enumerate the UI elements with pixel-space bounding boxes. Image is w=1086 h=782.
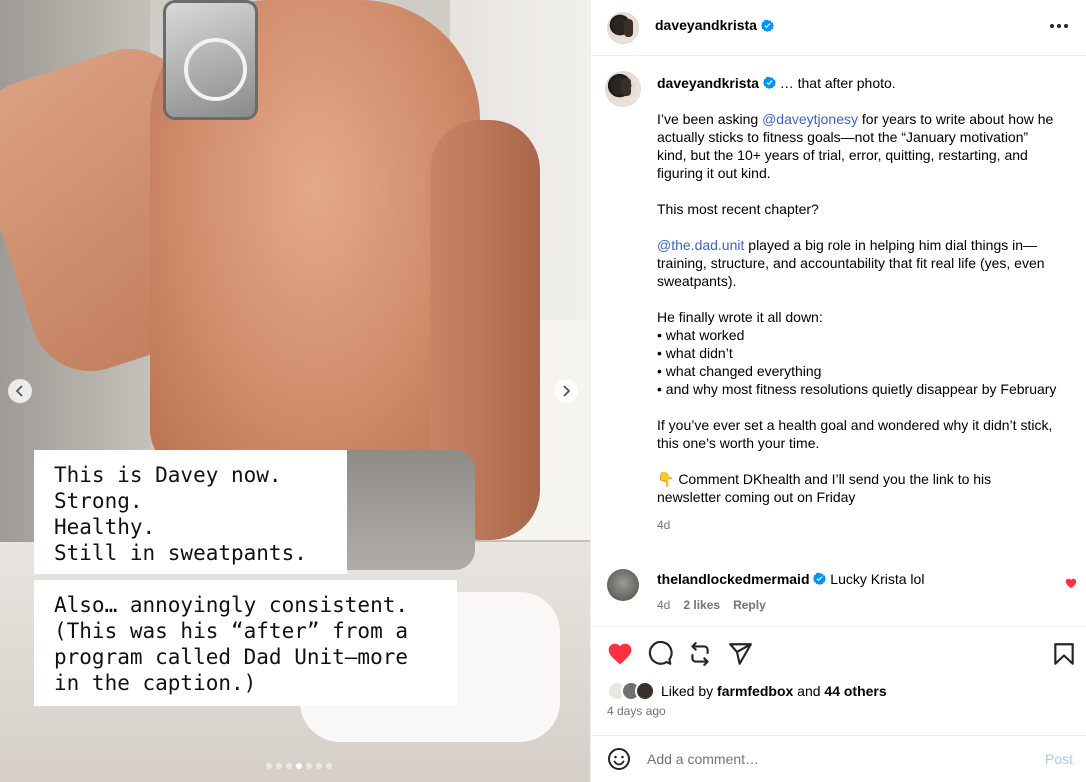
post-actions bbox=[591, 626, 1086, 682]
post-author-username[interactable]: daveyandkrista bbox=[655, 17, 757, 33]
next-slide-button[interactable] bbox=[554, 379, 578, 403]
carousel-dot bbox=[276, 763, 282, 769]
overlay-caption-1: This is Davey now. Strong. Healthy. Stil… bbox=[34, 450, 347, 574]
caption-line: • what didn’t bbox=[657, 345, 733, 361]
likes-summary[interactable]: Liked by farmfedbox and 44 others bbox=[607, 681, 887, 701]
phone bbox=[163, 0, 258, 120]
avatar[interactable] bbox=[607, 12, 639, 44]
comment-timestamp[interactable]: 4d bbox=[657, 596, 670, 614]
caption-avatar[interactable] bbox=[605, 71, 641, 107]
comment-like-heart-icon[interactable] bbox=[1065, 577, 1077, 589]
likes-prefix: Liked by bbox=[661, 683, 718, 699]
chevron-right-icon bbox=[563, 385, 571, 397]
caption-paragraph: If you’ve ever set a health goal and won… bbox=[657, 417, 1053, 451]
comment-likes[interactable]: 2 likes bbox=[683, 596, 720, 614]
comment-icon[interactable] bbox=[647, 641, 673, 667]
caption-line: • what worked bbox=[657, 327, 745, 343]
verified-badge-icon bbox=[762, 76, 776, 89]
avatar bbox=[635, 681, 655, 701]
more-horizontal-icon bbox=[1050, 24, 1068, 28]
post-media[interactable]: This is Davey now. Strong. Healthy. Stil… bbox=[0, 0, 590, 782]
caption-line: He finally wrote it all down: bbox=[657, 309, 823, 325]
caption-username[interactable]: daveyandkrista bbox=[657, 75, 759, 91]
caption-paragraph: @the.dad.unit played a big role in helpi… bbox=[657, 236, 1057, 290]
save-bookmark-icon[interactable] bbox=[1051, 641, 1077, 667]
add-comment-bar: Post bbox=[591, 735, 1086, 782]
carousel-dot bbox=[316, 763, 322, 769]
caption-text: I’ve been asking bbox=[657, 111, 763, 127]
liker-avatars bbox=[607, 681, 657, 701]
post-author[interactable]: daveyandkrista bbox=[655, 17, 774, 33]
comment-avatar[interactable] bbox=[607, 569, 639, 601]
caption-paragraph: I’ve been asking @daveytjonesy for years… bbox=[657, 110, 1057, 182]
emoji-smiley-icon[interactable] bbox=[607, 747, 631, 771]
comments-section[interactable]: daveyandkrista … that after photo. I’ve … bbox=[591, 57, 1086, 627]
caption-line: • what changed everything bbox=[657, 363, 822, 379]
repost-icon[interactable] bbox=[687, 641, 713, 667]
caption-intro: … that after photo. bbox=[775, 75, 896, 91]
add-comment-input[interactable] bbox=[647, 746, 1027, 772]
mention-link[interactable]: @the.dad.unit bbox=[657, 237, 744, 253]
liker-username[interactable]: farmfedbox bbox=[717, 683, 793, 699]
reply-button[interactable]: Reply bbox=[733, 596, 766, 614]
post-caption: daveyandkrista … that after photo. I’ve … bbox=[657, 74, 1057, 534]
caption-line: • and why most fitness resolutions quiet… bbox=[657, 381, 1057, 397]
more-options-button[interactable] bbox=[1047, 14, 1071, 38]
carousel-dot bbox=[326, 763, 332, 769]
overlay-caption-2: Also… annoyingly consistent. (This was h… bbox=[34, 580, 457, 706]
comment: thelandlockedmermaid Lucky Krista lol 4d… bbox=[657, 570, 1037, 614]
likes-and: and bbox=[793, 683, 825, 699]
carousel-dot bbox=[296, 763, 302, 769]
post-sidebar: daveyandkrista daveyandkrista … that aft… bbox=[590, 0, 1086, 782]
comment-text: Lucky Krista lol bbox=[830, 571, 925, 587]
chevron-left-icon bbox=[15, 385, 23, 397]
carousel-dot bbox=[306, 763, 312, 769]
like-heart-icon[interactable] bbox=[607, 641, 633, 667]
share-paper-plane-icon[interactable] bbox=[727, 641, 753, 667]
caption-paragraph: This most recent chapter? bbox=[657, 201, 819, 217]
carousel-indicator bbox=[266, 763, 332, 769]
post-timestamp[interactable]: 4 days ago bbox=[607, 704, 666, 718]
comment-username[interactable]: thelandlockedmermaid bbox=[657, 571, 810, 587]
mention-link[interactable]: @daveytjonesy bbox=[762, 111, 858, 127]
caption-timestamp[interactable]: 4d bbox=[657, 516, 1057, 534]
carousel-dot bbox=[266, 763, 272, 769]
likes-others[interactable]: 44 others bbox=[824, 683, 886, 699]
post-comment-button[interactable]: Post bbox=[1045, 751, 1073, 767]
carousel-dot bbox=[286, 763, 292, 769]
previous-slide-button[interactable] bbox=[8, 379, 32, 403]
comment-meta: 4d 2 likes Reply bbox=[657, 596, 1037, 614]
post-header: daveyandkrista bbox=[591, 0, 1086, 56]
verified-badge-icon bbox=[760, 19, 774, 32]
caption-paragraph: 👇 Comment DKhealth and I’ll send you the… bbox=[657, 471, 992, 505]
verified-badge-icon bbox=[813, 572, 827, 585]
